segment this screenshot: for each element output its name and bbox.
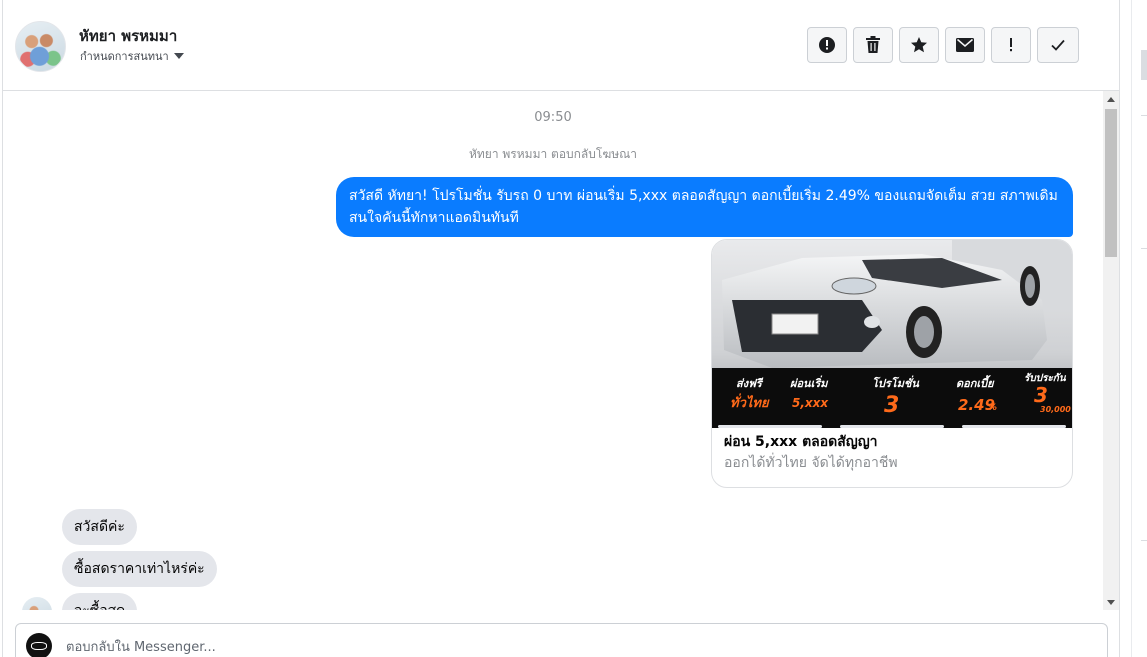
assign-label: กำหนดการสนทนา (80, 50, 169, 63)
conversation-header: หัทยา พรหมมา กำหนดการสนทนา (3, 0, 1119, 91)
incoming-message-bubble[interactable]: ซื้อสดราคาเท่าไหร่ค่ะ (62, 551, 217, 587)
trash-icon (866, 36, 880, 53)
message-composer[interactable] (15, 623, 1108, 657)
assign-conversation-dropdown[interactable]: กำหนดการสนทนา (80, 47, 184, 65)
banner-interest-label: ดอกเบี้ย (956, 375, 995, 390)
banner-interest-unit: % (988, 403, 997, 413)
banner-installment-label: ผ่อนเริ่ม (790, 375, 829, 390)
ad-card[interactable]: ส่งฟรี ทั่วไทย ผ่อนเริ่ม 5,xxx โปรโมชั่น… (711, 239, 1073, 488)
done-button[interactable] (1037, 27, 1079, 63)
scroll-down-arrow-icon[interactable] (1107, 600, 1115, 605)
scrollbar-thumb[interactable] (1105, 109, 1117, 257)
right-panel-separator (1141, 248, 1147, 249)
right-panel-separator (1141, 115, 1147, 116)
ad-card-subtitle: ออกได้ทั่วไทย จัดได้ทุกอาชีพ (724, 455, 898, 471)
banner-promo-value: 3 (884, 393, 899, 418)
ad-reply-note: หัทยา พรหมมา ตอบกลับโฆษณา (468, 147, 638, 161)
banner-nationwide: ทั่วไทย (730, 393, 770, 411)
incoming-message-bubble[interactable]: จะซื้อสด (62, 593, 138, 610)
page-avatar (26, 633, 52, 657)
star-icon (911, 37, 927, 53)
banner-free-ship: ส่งฟรี (736, 377, 764, 390)
ad-car-image[interactable]: ส่งฟรี ทั่วไทย ผ่อนเริ่ม 5,xxx โปรโมชั่น… (712, 240, 1073, 428)
banner-promo-label: โปรโมชั่น (872, 375, 919, 390)
outgoing-message-bubble[interactable]: สวัสดี หัทยา! โปรโมชั่น รับรถ 0 บาท ผ่อน… (336, 177, 1073, 237)
caret-down-icon (173, 53, 184, 59)
message-thread[interactable]: 09:50 หัทยา พรหมมา ตอบกลับโฆษณา สวัสดี ห… (3, 91, 1103, 610)
message-timestamp: 09:50 (534, 110, 572, 125)
alert-circle-icon (819, 37, 835, 53)
exclamation-icon (1010, 38, 1012, 52)
banner-insurance-amount: 30,000 (1040, 405, 1071, 414)
right-panel-separator (1141, 540, 1147, 541)
checkmark-icon (1051, 39, 1065, 51)
contact-avatar-small (22, 597, 52, 610)
conversation-panel: หัทยา พรหมมา กำหนดการสนทนา 09:50 หัทยา พ… (2, 0, 1120, 657)
report-button[interactable] (807, 27, 847, 63)
star-button[interactable] (899, 27, 939, 63)
conversation-toolbar (807, 27, 1079, 63)
envelope-icon (956, 38, 974, 52)
right-panel-divider (1131, 0, 1132, 657)
incoming-message-bubble[interactable]: สวัสดีค่ะ (62, 509, 137, 545)
thread-scrollbar[interactable] (1103, 91, 1119, 610)
contact-name[interactable]: หัทยา พรหมมา (79, 24, 177, 48)
contact-avatar[interactable] (15, 21, 66, 72)
reply-input[interactable] (64, 634, 1088, 657)
banner-installment-value: 5,xxx (792, 396, 829, 410)
mark-unread-button[interactable] (945, 27, 985, 63)
ad-card-title: ผ่อน 5,xxx ตลอดสัญญา (724, 434, 878, 450)
right-panel-edge (1141, 50, 1147, 80)
scroll-up-arrow-icon[interactable] (1107, 97, 1115, 102)
banner-insurance-value: 3 (1034, 383, 1048, 407)
spam-button[interactable] (991, 27, 1031, 63)
delete-button[interactable] (853, 27, 893, 63)
